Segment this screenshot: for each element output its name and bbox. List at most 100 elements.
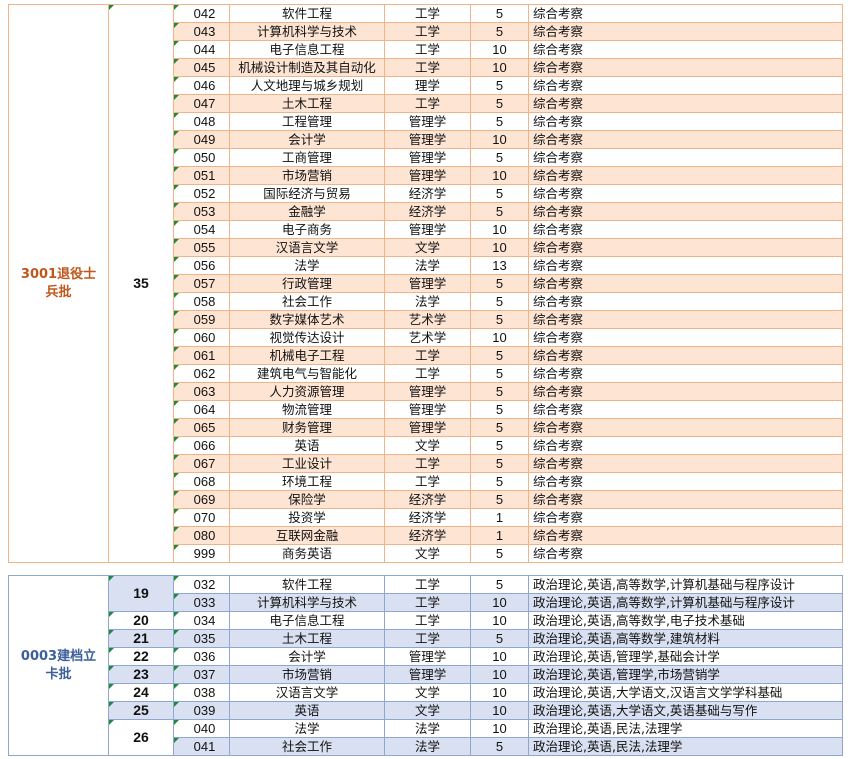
cell-req: 综合考察	[528, 346, 843, 365]
cell-req: 政治理论,英语,高等数学,计算机基础与程序设计	[528, 575, 843, 594]
cell-cat: 文学	[384, 544, 471, 563]
cell-num: 5	[470, 112, 529, 131]
cell-num: 5	[470, 346, 529, 365]
cell-num: 5	[470, 364, 529, 383]
quota-value: 24	[108, 683, 174, 702]
cell-num: 5	[470, 4, 529, 23]
cell-num: 5	[470, 22, 529, 41]
cell-num: 10	[470, 220, 529, 239]
cell-code: 046	[173, 76, 230, 95]
cell-num: 10	[470, 238, 529, 257]
cell-num: 5	[470, 382, 529, 401]
cell-code: 055	[173, 238, 230, 257]
cell-req: 政治理论,英语,高等数学,电子技术基础	[528, 611, 843, 630]
quota-value: 23	[108, 665, 174, 684]
cell-code: 057	[173, 274, 230, 293]
cell-code: 035	[173, 629, 230, 648]
cell-cat: 文学	[384, 701, 471, 720]
cell-name: 财务管理	[229, 418, 385, 437]
cell-cat: 艺术学	[384, 328, 471, 347]
cell-cat: 工学	[384, 575, 471, 594]
cell-cat: 管理学	[384, 274, 471, 293]
cell-code: 052	[173, 184, 230, 203]
table-row: 24 038 汉语言文学 文学 10 政治理论,英语,大学语文,汉语言文学学科基础	[9, 683, 843, 702]
cell-req: 综合考察	[528, 508, 843, 527]
table-retired-soldier-batch: 3001退役士兵批 35 042 软件工程 工学 5 综合考察 043 计算机科学与技术 工学 5 综…	[8, 4, 843, 563]
cell-code: 041	[173, 737, 230, 756]
cell-num: 10	[470, 647, 529, 666]
cell-num: 5	[470, 76, 529, 95]
cell-num: 5	[470, 454, 529, 473]
cell-cat: 经济学	[384, 490, 471, 509]
cell-num: 5	[470, 490, 529, 509]
quota-value: 26	[108, 719, 174, 756]
cell-num: 5	[470, 94, 529, 113]
cell-num: 5	[470, 184, 529, 203]
cell-cat: 工学	[384, 346, 471, 365]
cell-code: 033	[173, 593, 230, 612]
cell-code: 038	[173, 683, 230, 702]
cell-code: 047	[173, 94, 230, 113]
cell-code: 062	[173, 364, 230, 383]
batch-label: 3001退役士兵批	[8, 4, 109, 563]
cell-name: 工业设计	[229, 454, 385, 473]
cell-name: 计算机科学与技术	[229, 22, 385, 41]
cell-req: 综合考察	[528, 238, 843, 257]
cell-code: 054	[173, 220, 230, 239]
cell-cat: 艺术学	[384, 310, 471, 329]
cell-cat: 管理学	[384, 166, 471, 185]
cell-name: 人力资源管理	[229, 382, 385, 401]
cell-num: 10	[470, 701, 529, 720]
cell-name: 市场营销	[229, 166, 385, 185]
cell-code: 050	[173, 148, 230, 167]
cell-req: 综合考察	[528, 22, 843, 41]
table-row: 0003建档立卡批 19 032 软件工程 工学 5 政治理论,英语,高等数学,计算机基础与…	[8, 575, 843, 756]
cell-req: 综合考察	[528, 148, 843, 167]
table-row: 25 039 英语 文学 10 政治理论,英语,大学语文,英语基础与写作	[9, 701, 843, 720]
cell-cat: 管理学	[384, 665, 471, 684]
cell-cat: 理学	[384, 76, 471, 95]
cell-code: 067	[173, 454, 230, 473]
cell-name: 人文地理与城乡规划	[229, 76, 385, 95]
cell-cat: 法学	[384, 737, 471, 756]
cell-req: 综合考察	[528, 4, 843, 23]
cell-req: 政治理论,英语,管理学,市场营销学	[528, 665, 843, 684]
cell-name: 电子信息工程	[229, 611, 385, 630]
cell-cat: 工学	[384, 593, 471, 612]
cell-code: 042	[173, 4, 230, 23]
cell-req: 综合考察	[528, 112, 843, 131]
table-row: 22 036 会计学 管理学 10 政治理论,英语,管理学,基础会计学	[9, 647, 843, 666]
cell-code: 044	[173, 40, 230, 59]
cell-req: 综合考察	[528, 292, 843, 311]
cell-req: 综合考察	[528, 130, 843, 149]
cell-code: 040	[173, 719, 230, 738]
cell-cat: 工学	[384, 4, 471, 23]
cell-num: 5	[470, 544, 529, 563]
cell-code: 080	[173, 526, 230, 545]
cell-cat: 经济学	[384, 184, 471, 203]
cell-num: 10	[470, 58, 529, 77]
cell-req: 政治理论,英语,高等数学,建筑材料	[528, 629, 843, 648]
cell-num: 5	[470, 148, 529, 167]
cell-req: 综合考察	[528, 310, 843, 329]
cell-cat: 管理学	[384, 148, 471, 167]
cell-num: 5	[470, 629, 529, 648]
cell-name: 物流管理	[229, 400, 385, 419]
cell-name: 土木工程	[229, 629, 385, 648]
cell-name: 互联网金融	[229, 526, 385, 545]
cell-name: 金融学	[229, 202, 385, 221]
cell-num: 5	[470, 310, 529, 329]
cell-cat: 工学	[384, 472, 471, 491]
cell-name: 行政管理	[229, 274, 385, 293]
cell-num: 5	[470, 202, 529, 221]
cell-req: 综合考察	[528, 472, 843, 491]
cell-name: 软件工程	[229, 4, 385, 23]
cell-code: 070	[173, 508, 230, 527]
cell-code: 034	[173, 611, 230, 630]
cell-cat: 管理学	[384, 220, 471, 239]
cell-code: 045	[173, 58, 230, 77]
table-poverty-file-batch: 0003建档立卡批 19 032 软件工程 工学 5 政治理论,英语,高等数学,计算机基础与…	[8, 575, 843, 756]
cell-cat: 文学	[384, 436, 471, 455]
cell-num: 13	[470, 256, 529, 275]
cell-req: 综合考察	[528, 526, 843, 545]
